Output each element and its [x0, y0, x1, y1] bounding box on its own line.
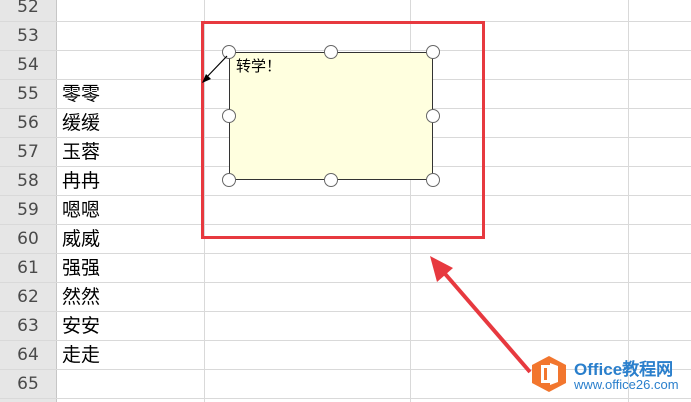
overlay-graphics	[202, 55, 532, 374]
callout-arrow-line	[438, 266, 532, 374]
comment-pointer-icon	[202, 74, 211, 83]
watermark: Office教程网 www.office26.com	[523, 348, 691, 402]
watermark-url: www.office26.com	[574, 377, 679, 392]
spreadsheet-view: 52 53 54 55 零零 56 缓缓 57 玉蓉 58 冉冉 59 嗯嗯 60 威威 61 强强 62 然然 63…	[0, 0, 691, 402]
office-logo-icon	[532, 356, 566, 392]
